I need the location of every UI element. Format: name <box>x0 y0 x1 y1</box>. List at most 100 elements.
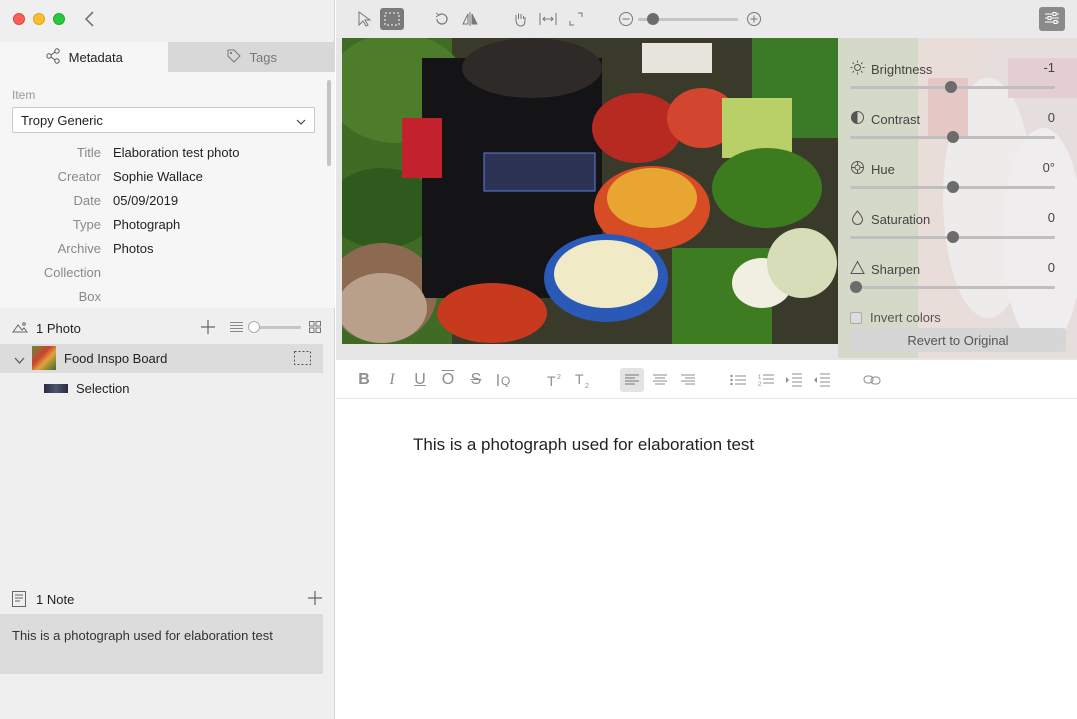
mirror-icon[interactable] <box>458 8 482 30</box>
outdent-icon[interactable] <box>811 369 833 391</box>
brightness-control: Brightness -1 <box>850 60 1055 93</box>
bullet-list-icon[interactable] <box>727 369 749 391</box>
contrast-control: Contrast 0 <box>850 110 1055 143</box>
photo-list-item[interactable]: Food Inspo Board <box>0 344 323 373</box>
sharpen-value: 0 <box>1047 260 1055 275</box>
template-select[interactable]: Tropy Generic <box>12 107 315 133</box>
align-left-icon[interactable] <box>620 368 644 392</box>
field-value[interactable]: Photos <box>113 241 153 256</box>
template-select-value: Tropy Generic <box>21 112 103 128</box>
field-value[interactable]: Photograph <box>113 217 180 232</box>
brightness-value: -1 <box>1043 60 1055 75</box>
note-icon <box>12 591 26 610</box>
rotate-icon[interactable] <box>430 8 454 30</box>
svg-text:T: T <box>575 371 584 387</box>
adjustments-panel: Brightness -1 Contrast 0 Hue 0° Saturati… <box>838 38 1077 358</box>
thumbnail-size-knob[interactable] <box>248 321 260 333</box>
chevron-down-icon[interactable] <box>14 353 25 368</box>
field-collection[interactable]: Collection <box>0 260 330 284</box>
sharpen-control: Sharpen 0 <box>850 260 1055 293</box>
field-archive[interactable]: Archive Photos <box>0 236 330 260</box>
numbered-list-icon[interactable]: 12 <box>755 369 777 391</box>
field-value[interactable]: Sophie Wallace <box>113 169 203 184</box>
brightness-slider-knob[interactable] <box>944 81 957 93</box>
photo-viewer: Brightness -1 Contrast 0 Hue 0° Saturati… <box>336 0 1077 360</box>
fit-page-icon[interactable] <box>564 8 588 30</box>
saturation-slider-knob[interactable] <box>946 231 959 243</box>
field-creator[interactable]: Creator Sophie Wallace <box>0 164 330 188</box>
contrast-slider-knob[interactable] <box>946 131 959 143</box>
blockquote-icon[interactable]: Q <box>493 369 515 391</box>
list-view-icon[interactable] <box>230 321 243 336</box>
svg-text:Q: Q <box>501 374 510 387</box>
field-type[interactable]: Type Photograph <box>0 212 330 236</box>
sidebar-tabs: Metadata Tags <box>0 42 335 72</box>
selection-list-item[interactable]: Selection <box>0 374 323 403</box>
contrast-value: 0 <box>1047 110 1055 125</box>
arrow-pointer-icon[interactable] <box>352 8 376 30</box>
note-editor[interactable]: This is a photograph used for elaboratio… <box>336 400 1077 719</box>
align-center-icon[interactable] <box>649 369 671 391</box>
chevron-down-icon <box>296 113 306 128</box>
align-right-icon[interactable] <box>677 369 699 391</box>
tab-tags-label: Tags <box>249 49 277 65</box>
invert-colors-label: Invert colors <box>870 310 941 325</box>
field-date[interactable]: Date 05/09/2019 <box>0 188 330 212</box>
field-label: Archive <box>57 240 101 256</box>
tab-metadata[interactable]: Metadata <box>0 42 168 72</box>
saturation-control: Saturation 0 <box>850 210 1055 243</box>
indent-icon[interactable] <box>783 369 805 391</box>
field-box[interactable]: Box <box>0 284 330 308</box>
hue-icon <box>850 160 865 178</box>
checkbox-box[interactable] <box>850 311 862 324</box>
zoom-in-icon[interactable] <box>742 8 766 30</box>
svg-text:1: 1 <box>758 375 762 381</box>
note-list-item[interactable]: This is a photograph used for elaboratio… <box>0 614 323 674</box>
field-value[interactable]: 05/09/2019 <box>113 193 178 208</box>
bold-icon[interactable]: B <box>353 369 375 391</box>
fit-width-icon[interactable] <box>536 8 560 30</box>
field-value[interactable]: Elaboration test photo <box>113 145 239 160</box>
sharpen-slider[interactable] <box>850 286 1055 289</box>
share-icon <box>45 47 61 67</box>
grid-view-icon[interactable] <box>309 321 321 336</box>
selection-tool-icon[interactable] <box>380 8 404 30</box>
hue-slider-knob[interactable] <box>946 181 959 193</box>
underline-icon[interactable]: U <box>409 369 431 391</box>
hand-icon[interactable] <box>508 8 532 30</box>
selection-tool-icon[interactable] <box>294 351 311 368</box>
contrast-icon <box>850 110 865 128</box>
window-minimize-button[interactable] <box>33 13 45 25</box>
back-icon[interactable] <box>82 9 100 29</box>
photo-count: 1 Photo <box>36 321 81 336</box>
hue-control: Hue 0° <box>850 160 1055 193</box>
revert-to-original-button[interactable]: Revert to Original <box>850 328 1066 352</box>
window-zoom-button[interactable] <box>53 13 65 25</box>
photo-image[interactable] <box>342 38 838 344</box>
field-title[interactable]: Title Elaboration test photo <box>0 140 330 164</box>
saturation-label: Saturation <box>871 211 931 227</box>
hue-value: 0° <box>1042 160 1055 175</box>
italic-icon[interactable]: I <box>381 369 403 391</box>
invert-colors-checkbox[interactable]: Invert colors <box>850 310 941 325</box>
hue-label: Hue <box>871 161 895 177</box>
strikethrough-icon[interactable]: S <box>465 369 487 391</box>
photo-thumbnail <box>32 346 56 370</box>
tab-tags[interactable]: Tags <box>167 42 335 72</box>
zoom-out-icon[interactable] <box>614 8 638 30</box>
svg-text:T: T <box>547 373 556 388</box>
add-note-icon[interactable] <box>308 591 322 608</box>
photos-header: 1 Photo <box>0 312 335 344</box>
sharpen-slider-knob[interactable] <box>850 281 862 293</box>
field-label: Creator <box>57 168 101 184</box>
zoom-slider-knob[interactable] <box>646 13 659 25</box>
window-close-button[interactable] <box>13 13 25 25</box>
superscript-icon[interactable]: T2 <box>543 369 569 391</box>
link-icon[interactable] <box>861 369 883 391</box>
add-photo-icon[interactable] <box>201 320 215 337</box>
adjustments-toggle-button[interactable] <box>1039 7 1065 31</box>
subscript-icon[interactable]: T2 <box>571 369 597 391</box>
field-label: Type <box>72 216 101 232</box>
note-editor-text[interactable]: This is a photograph used for elaboratio… <box>413 435 754 455</box>
overline-icon[interactable]: O <box>437 369 459 391</box>
